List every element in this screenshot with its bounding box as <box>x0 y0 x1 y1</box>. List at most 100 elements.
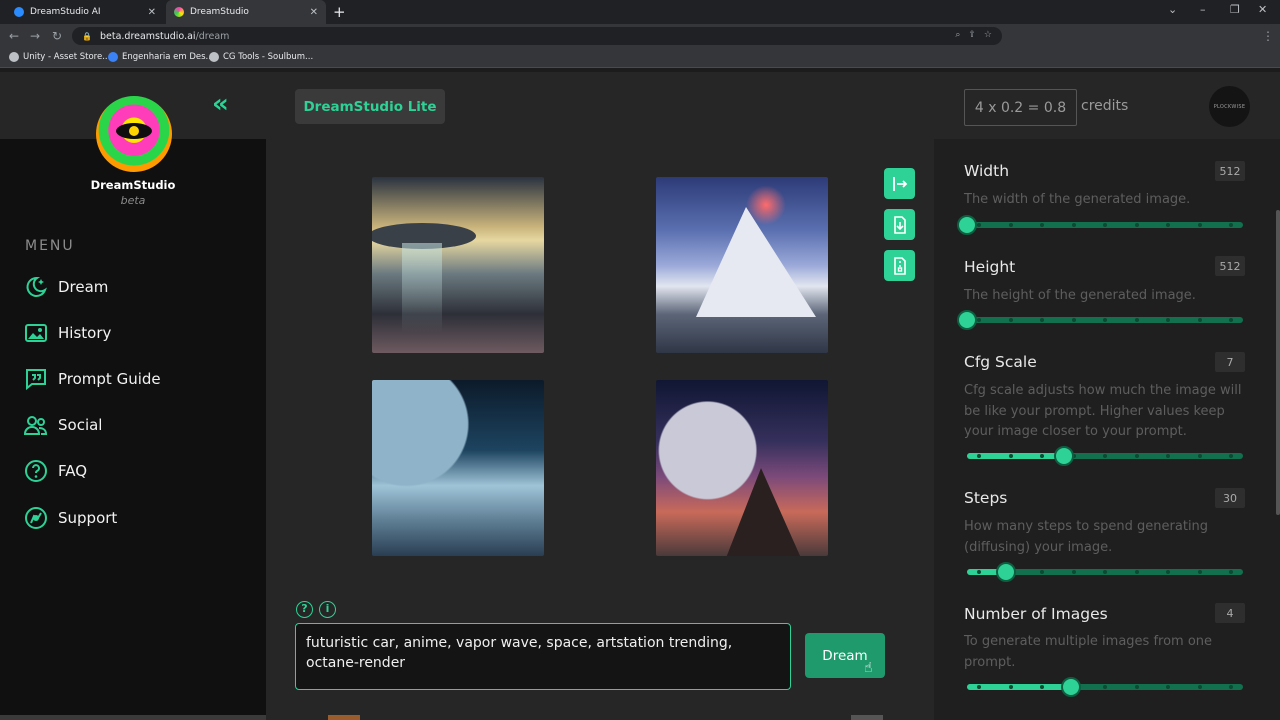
sidebar-item-label: Prompt Guide <box>58 370 161 388</box>
zip-download-button[interactable] <box>884 250 915 281</box>
slider-thumb[interactable] <box>1053 446 1074 466</box>
width-slider[interactable] <box>957 215 1243 235</box>
generated-image-3[interactable] <box>372 380 544 556</box>
slider-tick <box>1166 685 1170 689</box>
slider-thumb[interactable] <box>1060 677 1081 697</box>
slider-tick <box>1166 454 1170 458</box>
user-avatar[interactable]: PLOCKWISE <box>1209 86 1250 127</box>
zoom-icon[interactable]: ⌕ <box>955 30 960 40</box>
browser-tab-bar: DreamStudio AI ✕ DreamStudio ✕ + ⌄ – ❐ ✕ <box>0 0 1280 24</box>
export-arrow-icon <box>892 176 907 191</box>
slider-tick <box>1040 223 1044 227</box>
bookmark-item[interactable]: CG Tools - Soulbum... <box>209 52 313 62</box>
slider-thumb[interactable] <box>957 215 977 235</box>
sidebar-item-label: History <box>58 324 112 342</box>
bookmark-item[interactable]: Engenharia em Des... <box>108 52 214 62</box>
slider-tick <box>1103 570 1107 574</box>
sidebar-item-history[interactable]: History <box>24 318 111 348</box>
close-icon[interactable]: ✕ <box>148 7 156 18</box>
slider-tick <box>1103 454 1107 458</box>
slider-tick <box>1197 570 1202 574</box>
menu-heading: MENU <box>25 238 75 254</box>
slider-thumb[interactable] <box>995 562 1016 582</box>
open-image-button[interactable] <box>884 168 915 199</box>
steps-slider[interactable] <box>967 562 1243 582</box>
slider-tick <box>1040 318 1044 322</box>
setting-value[interactable]: 512 <box>1215 161 1245 181</box>
slider-tick <box>1197 454 1202 458</box>
download-button[interactable] <box>884 209 915 240</box>
generated-image-1[interactable] <box>372 177 544 353</box>
slider-tick <box>1103 223 1107 227</box>
quote-bubble-icon <box>24 367 48 391</box>
slider-tick <box>1197 318 1202 322</box>
moon-sparkle-icon <box>24 275 48 299</box>
restore-icon[interactable]: ❐ <box>1230 3 1240 16</box>
reload-icon[interactable]: ↻ <box>52 28 62 44</box>
minimize-icon[interactable]: – <box>1200 3 1206 16</box>
kebab-menu-icon[interactable]: ⋮ <box>1262 28 1274 44</box>
height-slider[interactable] <box>957 310 1243 330</box>
info-icon[interactable]: i <box>319 601 336 618</box>
sidebar-item-dream[interactable]: Dream <box>24 272 108 302</box>
bookmark-star-icon[interactable]: ☆ <box>984 30 992 40</box>
collapse-sidebar-icon[interactable]: « <box>212 90 229 118</box>
sidebar-item-faq[interactable]: FAQ <box>24 456 87 486</box>
address-bar: ← → ↻ 🔒 beta.dreamstudio.ai/dream ⌕ ⇪ ☆ … <box>0 24 1280 65</box>
slider-tick <box>1071 223 1076 227</box>
settings-scrollbar[interactable] <box>1276 210 1280 515</box>
image-content <box>696 207 816 317</box>
sidebar-item-prompt-guide[interactable]: Prompt Guide <box>24 364 161 394</box>
sidebar: « DreamStudio beta MENU Dream History Pr… <box>0 72 266 720</box>
browser-tab-active[interactable]: DreamStudio ✕ <box>166 0 326 24</box>
prompt-input[interactable] <box>295 623 791 690</box>
slider-tick <box>1008 318 1013 322</box>
generated-image-2[interactable] <box>656 177 828 353</box>
window-close-icon[interactable]: ✕ <box>1258 3 1267 16</box>
slider-tick <box>1229 685 1233 689</box>
logo-pupil <box>129 126 139 136</box>
bookmarks-bar: Unity - Asset Store... Engenharia em Des… <box>0 48 1280 68</box>
slider-tick <box>1166 318 1170 322</box>
slider-tick <box>1166 570 1170 574</box>
slider-tick <box>1197 685 1202 689</box>
back-icon[interactable]: ← <box>9 28 19 44</box>
new-tab-button[interactable]: + <box>333 3 346 21</box>
slider-tick <box>1008 223 1013 227</box>
dream-button[interactable]: Dream <box>805 633 885 678</box>
bookmark-item[interactable]: Unity - Asset Store... <box>9 52 110 62</box>
setting-value[interactable]: 30 <box>1215 488 1245 508</box>
scroll-indicator <box>851 715 883 720</box>
url-path: /dream <box>195 30 230 42</box>
slider-tick <box>1040 454 1044 458</box>
cfg-scale-slider[interactable] <box>967 446 1243 466</box>
slider-tick <box>977 318 981 322</box>
horizontal-scrollbar[interactable] <box>0 715 266 720</box>
setting-title: Steps <box>964 489 1008 507</box>
slider-tick <box>1229 223 1233 227</box>
question-icon[interactable]: ? <box>296 601 313 618</box>
slider-thumb[interactable] <box>957 310 977 330</box>
close-icon[interactable]: ✕ <box>310 7 318 18</box>
credits-formula: 4 x 0.2 = 0.8 <box>964 89 1077 126</box>
tab-search-icon[interactable]: ⌄ <box>1168 3 1177 16</box>
url-field[interactable]: 🔒 beta.dreamstudio.ai/dream ⌕ ⇪ ☆ <box>72 27 1002 45</box>
share-icon[interactable]: ⇪ <box>968 30 976 40</box>
setting-value[interactable]: 512 <box>1215 256 1245 276</box>
slider-ticks <box>967 454 1243 458</box>
setting-value[interactable]: 7 <box>1215 352 1245 372</box>
number-of-images-slider[interactable] <box>967 677 1243 697</box>
forward-icon[interactable]: → <box>30 28 40 44</box>
browser-tab[interactable]: DreamStudio AI ✕ <box>6 0 164 24</box>
sidebar-item-label: Dream <box>58 278 109 296</box>
generated-image-4[interactable] <box>656 380 828 556</box>
sidebar-item-support[interactable]: Support <box>24 503 117 533</box>
setting-title: Cfg Scale <box>964 353 1037 371</box>
download-icon <box>893 215 906 234</box>
sidebar-item-social[interactable]: Social <box>24 410 102 440</box>
slider-tick <box>1229 454 1233 458</box>
slider-tick <box>1040 570 1044 574</box>
setting-value[interactable]: 4 <box>1215 603 1245 623</box>
site-favicon-icon <box>14 7 24 17</box>
scroll-indicator <box>328 715 360 720</box>
